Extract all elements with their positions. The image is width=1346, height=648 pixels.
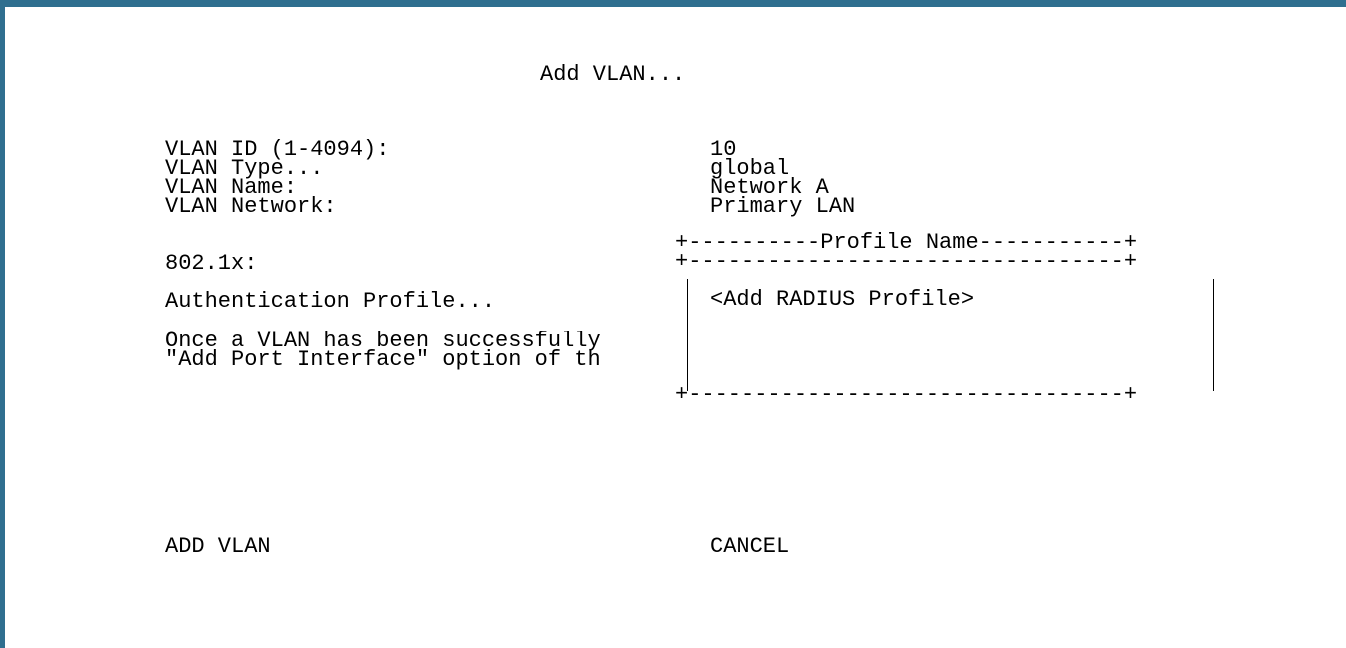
terminal-window: Add VLAN... VLAN ID (1-4094): 10 VLAN Ty… [0, 0, 1346, 648]
dot1x-section-label: 802.1x: [165, 251, 258, 276]
popup-bottom-border: +---------------------------------+ [675, 382, 1138, 407]
add-vlan-button[interactable]: ADD VLAN [165, 536, 271, 558]
profile-name-popup: +----------Profile Name-----------+ +---… [675, 232, 1223, 409]
auth-profile-label[interactable]: Authentication Profile... [165, 291, 495, 313]
popup-separator: +---------------------------------+ [675, 249, 1138, 274]
dialog-title: Add VLAN... [540, 62, 686, 87]
popup-right-border [1213, 279, 1214, 391]
info-note: Once a VLAN has been successfully "Add P… [165, 331, 680, 375]
cancel-button[interactable]: CANCEL [710, 536, 789, 558]
info-note-line-2: "Add Port Interface" option of th [165, 347, 601, 372]
vlan-network-field[interactable]: Primary LAN [710, 196, 855, 218]
profile-list-item[interactable]: <Add RADIUS Profile> [710, 289, 974, 311]
popup-left-border [687, 279, 688, 391]
vlan-network-label: VLAN Network: [165, 194, 337, 219]
